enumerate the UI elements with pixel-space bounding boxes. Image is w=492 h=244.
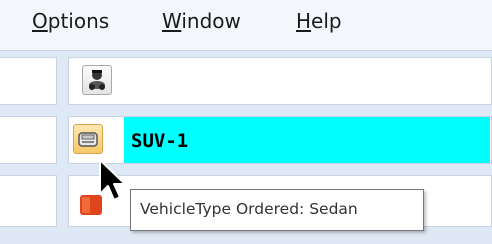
menu-help[interactable]: Help	[296, 9, 342, 33]
car-icon[interactable]	[73, 124, 103, 154]
row3-left-cell[interactable]	[0, 175, 57, 227]
menu-window-rest: indow	[181, 9, 241, 33]
driver-icon-graphic	[89, 70, 105, 90]
menu-window-mnemonic: W	[162, 9, 182, 33]
tooltip-text: VehicleType Ordered: Sedan	[140, 200, 358, 218]
menu-help-mnemonic: H	[296, 9, 312, 33]
row2-left-cell[interactable]	[0, 116, 57, 164]
menu-options-mnemonic: O	[32, 9, 48, 33]
row1-main-cell[interactable]	[68, 57, 492, 105]
car-icon-graphic	[78, 132, 98, 147]
driver-icon[interactable]	[82, 65, 112, 95]
menu-options[interactable]: Options	[32, 9, 109, 33]
menu-window[interactable]: Window	[162, 9, 241, 33]
row1-left-cell[interactable]	[0, 57, 57, 105]
menu-options-rest: ptions	[47, 9, 110, 33]
menu-help-rest: elp	[311, 9, 342, 33]
mouse-cursor-icon	[99, 159, 126, 201]
tooltip: VehicleType Ordered: Sedan	[130, 189, 424, 231]
menu-bar: Options Window Help	[0, 0, 492, 50]
vehicle-name: SUV-1	[131, 130, 189, 152]
